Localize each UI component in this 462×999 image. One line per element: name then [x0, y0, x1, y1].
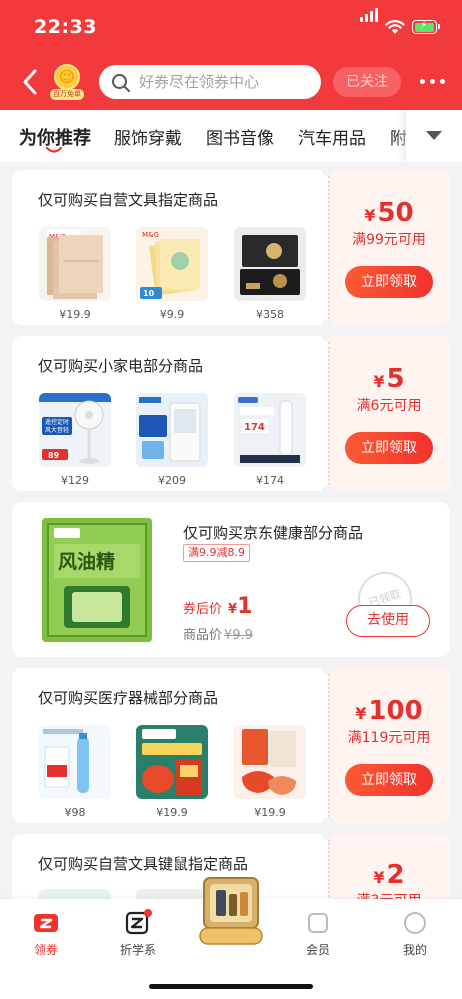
claim-button[interactable]: 立即领取	[345, 266, 433, 298]
more-menu-icon[interactable]	[418, 75, 448, 89]
nav-member[interactable]: 会员	[283, 909, 353, 958]
nav-label: 我的	[402, 943, 427, 957]
svg-text:89: 89	[48, 451, 60, 460]
search-input[interactable]	[139, 65, 309, 99]
product-thumb-exercise-books[interactable]: M&G 10	[136, 227, 208, 301]
product-thumb-gift-box[interactable]	[234, 227, 306, 301]
coupon-title: 仅可购买自营文具键鼠指定商品	[38, 855, 249, 873]
svg-text:风油精: 风油精	[58, 550, 115, 573]
active-tab-indicator	[46, 147, 62, 153]
coupon-card-health: 风油精 仅可购买京东健康部分商品 满9.9减8.9 已领取 券后价 ¥1 商品价 ¥…	[12, 502, 450, 657]
product-image-medicated-oil[interactable]: 风油精	[42, 518, 152, 642]
nav-label: 折学系	[119, 943, 156, 957]
free-order-badge[interactable]: ☺ 百万免单	[50, 64, 84, 102]
app-header: 22:33 ⚡ ☺ 百万免单 已关注	[0, 0, 462, 110]
tabs-dropdown-button[interactable]	[406, 110, 462, 162]
follow-button[interactable]: 已关注	[333, 67, 401, 97]
coupon-amount: ¥5	[373, 364, 405, 394]
coupon-icon	[32, 909, 60, 937]
claim-button[interactable]: 立即领取	[345, 432, 433, 464]
product-price: ¥19.9	[156, 806, 188, 819]
product-thumb-plasters[interactable]	[136, 725, 208, 799]
coupon-card-medical-devices: 仅可购买医疗器械部分商品 ¥98 ¥19.9 ¥19.9 ¥100 满119元可…	[12, 668, 450, 823]
badge-label: 百万免单	[50, 89, 84, 100]
nav-coupons[interactable]: 领券	[11, 909, 81, 958]
coupon-title: 仅可购买自营文具指定商品	[38, 191, 219, 209]
tab-apparel[interactable]: 服饰穿戴	[114, 124, 182, 149]
coupon-title: 仅可购买京东健康部分商品	[183, 524, 364, 542]
coupon-amount: ¥50	[364, 198, 414, 228]
product-price: ¥174	[256, 474, 284, 487]
coupon-condition: 满99元可用	[352, 232, 426, 248]
svg-text:风大音轻: 风大音轻	[45, 426, 69, 434]
category-tabs: 为你推荐 服饰穿戴 图书音像 汽车用品 附	[0, 110, 462, 162]
product-price: ¥358	[256, 308, 284, 321]
svg-text:174: 174	[244, 422, 265, 433]
coupon-title: 仅可购买医疗器械部分商品	[38, 689, 219, 707]
promo-gift-icon[interactable]	[198, 872, 264, 948]
svg-text:10: 10	[143, 289, 155, 298]
coupon-condition: 满119元可用	[347, 730, 431, 746]
search-icon	[112, 74, 130, 92]
product-price: ¥19.9	[59, 308, 91, 321]
claim-button[interactable]: 立即领取	[345, 764, 433, 796]
discount-tag: 满9.9减8.9	[183, 544, 250, 562]
product-thumb-air-cooler[interactable]	[136, 393, 208, 467]
smiley-coin-icon: ☺	[54, 64, 80, 90]
wifi-icon	[385, 20, 405, 34]
nav-discount-school[interactable]: 折学系	[103, 909, 173, 958]
product-thumb-water-flosser[interactable]: 174	[234, 393, 306, 467]
z-logo-icon	[124, 909, 152, 937]
status-time: 22:33	[34, 16, 97, 38]
use-coupon-button[interactable]: 去使用	[346, 605, 430, 637]
chevron-down-icon	[426, 131, 442, 140]
svg-text:M&G: M&G	[142, 231, 159, 239]
product-price: ¥129	[61, 474, 89, 487]
tab-books-media[interactable]: 图书音像	[206, 124, 274, 149]
svg-text:遥控定时: 遥控定时	[45, 418, 69, 426]
home-indicator	[149, 984, 313, 989]
product-thumb-fan[interactable]: 遥控定时 风大音轻 89	[39, 393, 111, 467]
profile-icon	[401, 909, 429, 937]
product-price: ¥98	[64, 806, 86, 819]
nav-label: 领券	[33, 943, 58, 957]
nav-label: 会员	[305, 943, 330, 957]
coupon-card-small-appliances: 仅可购买小家电部分商品 遥控定时 风大音轻 89 ¥129 ¥209 174 ¥…	[12, 336, 450, 491]
original-price: 商品价 ¥9.9	[183, 628, 253, 643]
product-price: ¥209	[158, 474, 186, 487]
back-arrow-icon[interactable]	[18, 67, 42, 97]
coupon-condition: 满6元可用	[356, 398, 422, 414]
product-thumb-notebooks[interactable]: M&G	[39, 227, 111, 301]
coupon-amount: ¥2	[373, 860, 405, 890]
nav-profile[interactable]: 我的	[380, 909, 450, 958]
tab-auto[interactable]: 汽车用品	[298, 124, 366, 149]
member-icon	[304, 909, 332, 937]
product-price: ¥19.9	[254, 806, 286, 819]
product-thumb-cream[interactable]	[39, 725, 111, 799]
coupon-card-stationery: 仅可购买自营文具指定商品 M&G ¥19.9 M&G 10 ¥9.9	[12, 170, 450, 325]
coupon-title: 仅可购买小家电部分商品	[38, 357, 204, 375]
search-bar[interactable]	[99, 65, 321, 99]
coupon-amount: ¥100	[355, 696, 423, 726]
product-thumb-masks[interactable]	[234, 725, 306, 799]
price-after-coupon: 券后价 ¥1	[183, 594, 253, 619]
status-bar: 22:33 ⚡	[0, 0, 462, 54]
product-price: ¥9.9	[159, 308, 185, 321]
battery-icon: ⚡	[412, 20, 440, 34]
